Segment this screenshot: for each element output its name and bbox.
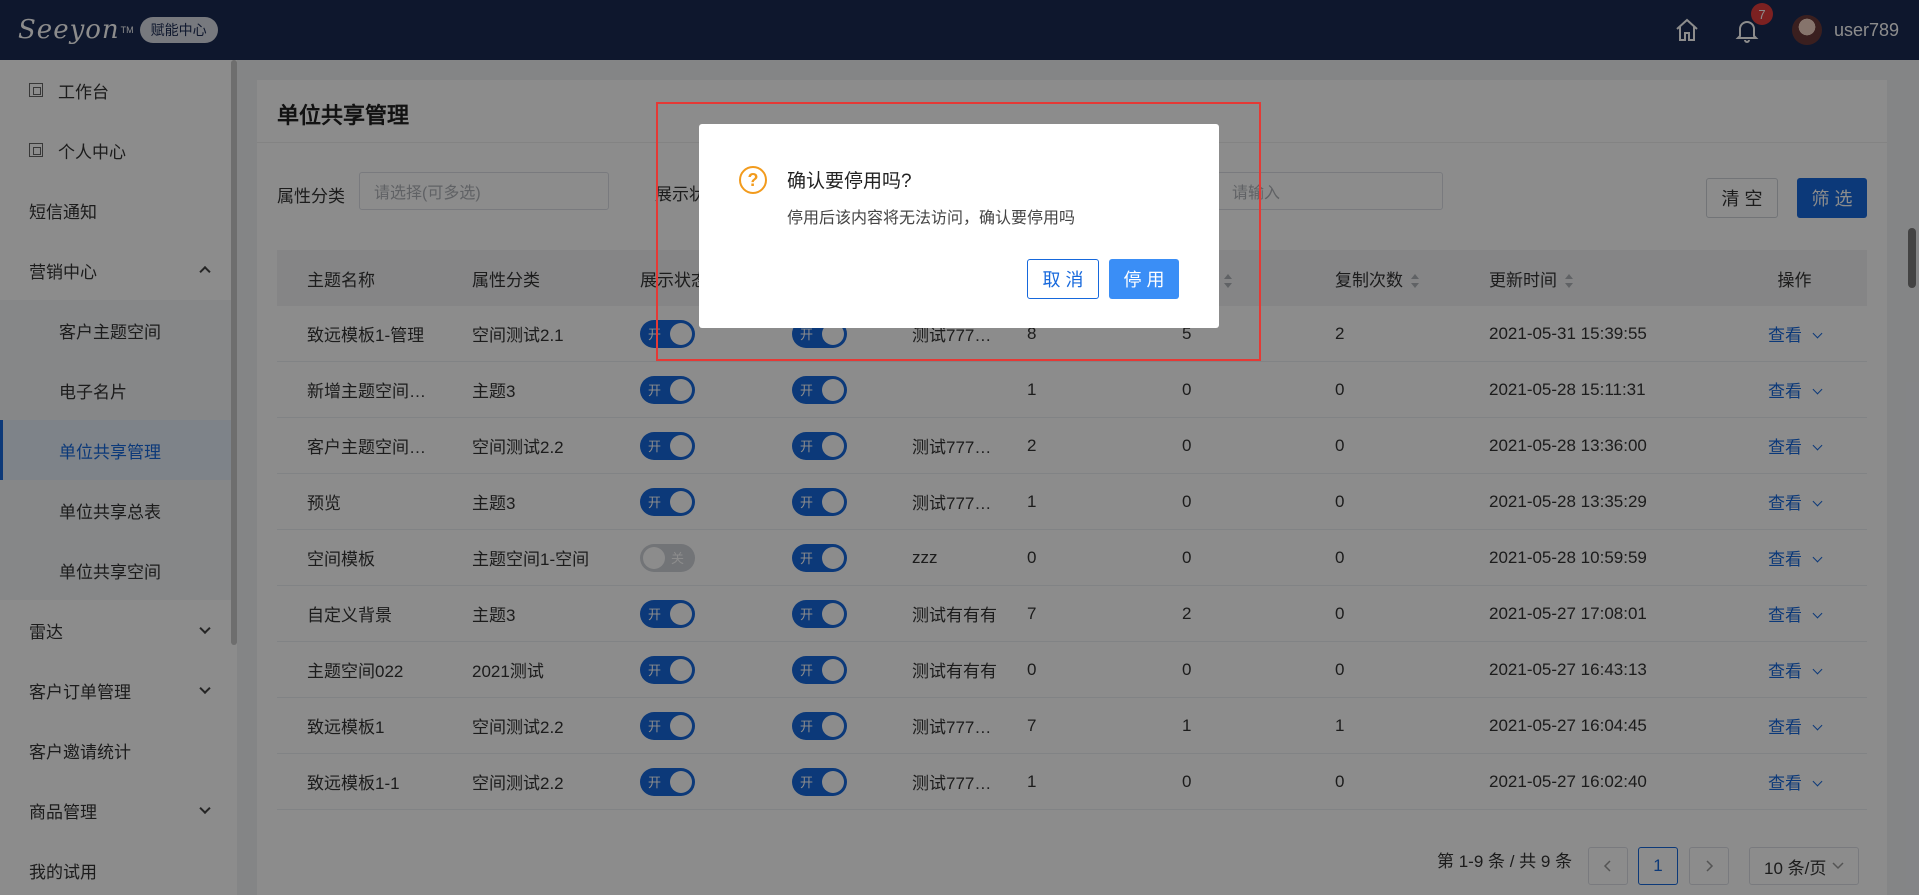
highlight-box bbox=[656, 102, 1261, 361]
